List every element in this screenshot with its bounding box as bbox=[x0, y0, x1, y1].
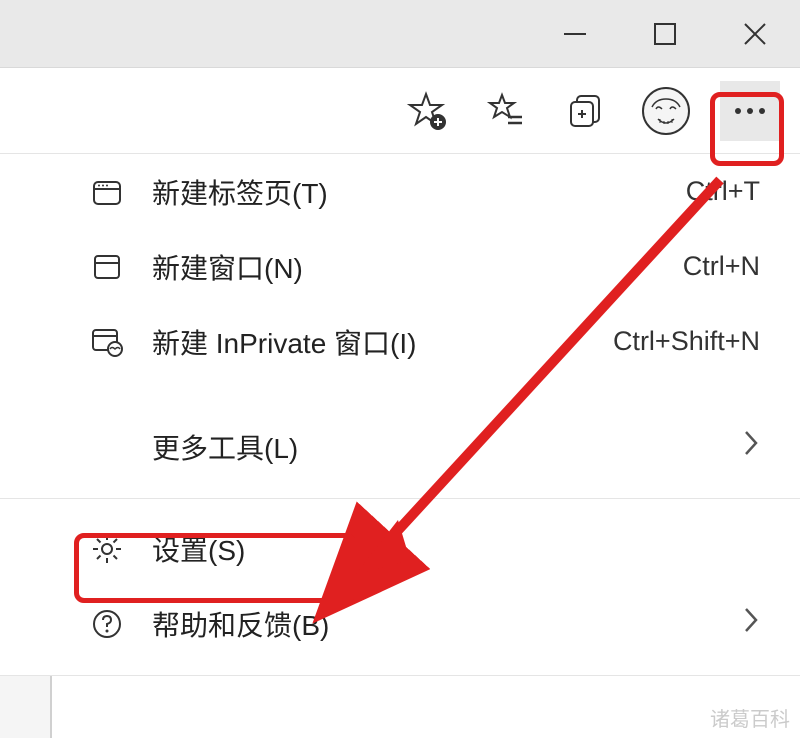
menu-label: 新建 InPrivate 窗口(I) bbox=[152, 322, 613, 362]
minimize-button[interactable] bbox=[530, 0, 620, 68]
more-options-menu: 新建标签页(T) Ctrl+T 新建窗口(N) Ctrl+N 新建 InPriv… bbox=[0, 153, 800, 676]
browser-toolbar bbox=[0, 68, 800, 153]
menu-separator bbox=[0, 675, 800, 676]
menu-new-tab[interactable]: 新建标签页(T) Ctrl+T bbox=[0, 154, 800, 229]
ellipsis-icon bbox=[732, 106, 768, 116]
menu-label: 设置(S) bbox=[152, 529, 760, 569]
new-window-icon bbox=[90, 250, 124, 284]
menu-shortcut: Ctrl+Shift+N bbox=[613, 326, 760, 357]
menu-more-tools[interactable]: 更多工具(L) bbox=[0, 409, 800, 484]
maximize-icon bbox=[652, 21, 678, 47]
chevron-right-icon bbox=[742, 605, 760, 643]
more-options-button[interactable] bbox=[720, 81, 780, 141]
menu-shortcut: Ctrl+T bbox=[686, 176, 760, 207]
watermark: 诸葛百科 bbox=[710, 703, 790, 732]
maximize-button[interactable] bbox=[620, 0, 710, 68]
collections-button[interactable] bbox=[560, 85, 612, 137]
help-icon bbox=[90, 607, 124, 641]
close-button[interactable] bbox=[710, 0, 800, 68]
menu-settings[interactable]: 设置(S) bbox=[0, 511, 800, 586]
window-titlebar bbox=[0, 0, 800, 68]
menu-help[interactable]: 帮助和反馈(B) bbox=[0, 586, 800, 661]
profile-button[interactable] bbox=[640, 85, 692, 137]
menu-new-inprivate[interactable]: 新建 InPrivate 窗口(I) Ctrl+Shift+N bbox=[0, 304, 800, 379]
gear-icon bbox=[90, 532, 124, 566]
close-icon bbox=[741, 20, 769, 48]
favorites-button[interactable] bbox=[480, 85, 532, 137]
menu-label: 新建标签页(T) bbox=[152, 172, 686, 212]
inprivate-icon bbox=[90, 325, 124, 359]
menu-label: 更多工具(L) bbox=[152, 427, 742, 467]
collections-icon bbox=[567, 92, 605, 130]
menu-label: 帮助和反馈(B) bbox=[152, 604, 742, 644]
star-plus-icon bbox=[405, 90, 447, 132]
avatar-icon bbox=[642, 87, 690, 135]
menu-new-window[interactable]: 新建窗口(N) Ctrl+N bbox=[0, 229, 800, 304]
new-tab-icon bbox=[90, 175, 124, 209]
menu-shortcut: Ctrl+N bbox=[683, 251, 760, 282]
menu-separator bbox=[0, 498, 800, 499]
minimize-icon bbox=[560, 19, 590, 49]
chevron-right-icon bbox=[742, 428, 760, 466]
menu-label: 新建窗口(N) bbox=[152, 247, 683, 287]
star-list-icon bbox=[486, 91, 526, 131]
add-favorite-button[interactable] bbox=[400, 85, 452, 137]
